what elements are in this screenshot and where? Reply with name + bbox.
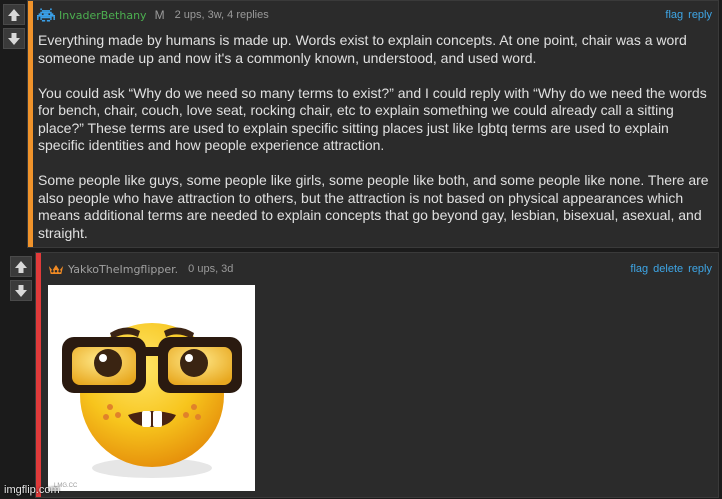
- space-invader-icon[interactable]: [37, 7, 55, 23]
- comment2-vote-column: [10, 256, 32, 301]
- comment-paragraph: Everything made by humans is made up. Wo…: [38, 32, 687, 66]
- flag-link[interactable]: flag: [630, 263, 648, 275]
- arrow-up-icon: [8, 8, 20, 21]
- comment-depth-stripe: [28, 1, 33, 247]
- comment-meta: 0 ups, 3d: [188, 263, 234, 275]
- flag-link[interactable]: flag: [665, 9, 683, 21]
- comment-username[interactable]: YakkoTheImgflipper.: [68, 263, 178, 276]
- upvote-button[interactable]: [3, 4, 25, 25]
- comment-header: InvaderBethany M 2 ups, 3w, 4 replies: [37, 7, 269, 23]
- arrow-down-icon: [15, 284, 27, 297]
- arrow-up-icon: [15, 260, 27, 273]
- comment-depth-stripe: [36, 253, 41, 497]
- comment-image[interactable]: LMG.CC: [48, 285, 255, 491]
- comment-invaderbethany: InvaderBethany M 2 ups, 3w, 4 replies fl…: [27, 0, 719, 248]
- reply-link[interactable]: reply: [688, 9, 712, 21]
- comment-yakkotheimgflipper: YakkoTheImgflipper. 0 ups, 3d flag delet…: [35, 252, 719, 498]
- comment-actions: flag delete reply: [630, 263, 712, 275]
- nerd-face-emoji-icon: LMG.CC: [54, 323, 242, 489]
- comment-meta: 2 ups, 3w, 4 replies: [174, 9, 269, 21]
- comment1-vote-column: [3, 4, 25, 49]
- arrow-down-icon: [8, 32, 20, 45]
- reply-link[interactable]: reply: [688, 263, 712, 275]
- downvote-button[interactable]: [3, 28, 25, 49]
- delete-link[interactable]: delete: [653, 263, 683, 275]
- comment-body: Everything made by humans is made up. Wo…: [38, 32, 714, 260]
- user-badge: M: [154, 8, 165, 22]
- comment-paragraph: Some people like guys, some people like …: [38, 172, 709, 241]
- downvote-button[interactable]: [10, 280, 32, 301]
- crown-icon[interactable]: [48, 263, 64, 276]
- imgflip-watermark: imgflip.com: [4, 484, 60, 496]
- upvote-button[interactable]: [10, 256, 32, 277]
- comment-actions: flag reply: [665, 9, 712, 21]
- comment-header: YakkoTheImgflipper. 0 ups, 3d: [48, 261, 233, 277]
- comment-paragraph: You could ask “Why do we need so many te…: [38, 84, 707, 154]
- comment-username[interactable]: InvaderBethany: [59, 9, 147, 22]
